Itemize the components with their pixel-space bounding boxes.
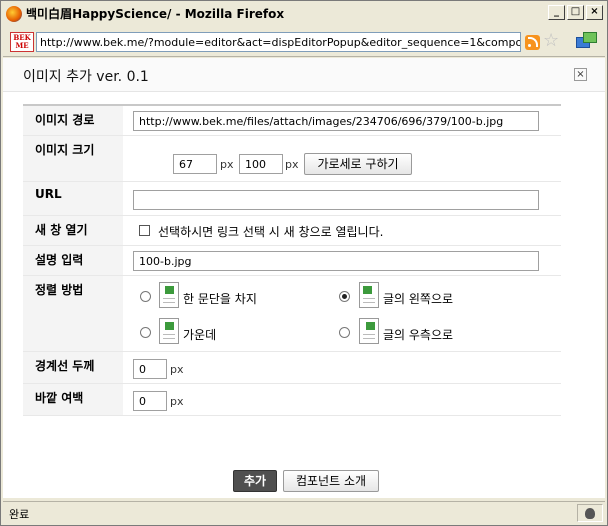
url-bar: BEK ME http://www.bek.me/?module=editor&… <box>3 27 605 57</box>
align-paragraph-icon <box>159 282 179 308</box>
new-window-checkbox[interactable] <box>139 225 150 236</box>
add-button[interactable]: 추가 <box>233 470 277 492</box>
border-label: 경계선 두께 <box>23 352 123 383</box>
row-margin: 바깥 여백 0 px <box>23 384 561 416</box>
popup-footer: 추가 컴포넌트 소개 <box>3 468 605 498</box>
status-text: 완료 <box>9 508 30 521</box>
align-right-icon <box>359 318 379 344</box>
align-paragraph-label: 한 문단을 차지 <box>183 292 257 306</box>
new-window-label: 새 창 열기 <box>23 216 123 245</box>
align-left-radio[interactable] <box>339 291 350 302</box>
margin-unit: px <box>170 395 184 408</box>
new-window-checkbox-label: 선택하시면 링크 선택 시 새 창으로 열립니다. <box>158 225 384 239</box>
url-input[interactable] <box>133 190 539 210</box>
site-favicon: BEK ME <box>10 32 34 52</box>
margin-input[interactable]: 0 <box>133 391 167 411</box>
window-title: 백미白眉HappyScience/ - Mozilla Firefox <box>26 7 285 21</box>
popup-header: 이미지 추가 ver. 0.1 × <box>3 58 605 92</box>
image-path-label: 이미지 경로 <box>23 106 123 135</box>
row-alignment: 정렬 방법 한 문단을 차지 글의 왼쪽으로 가운데 글의 우측으로 <box>23 276 561 352</box>
maximize-button[interactable]: □ <box>567 5 584 20</box>
row-image-size: 이미지 크기 67 px 100 px 가로세로 구하기 <box>23 136 561 182</box>
align-center-radio[interactable] <box>140 327 151 338</box>
component-info-button[interactable]: 컴포넌트 소개 <box>283 470 379 492</box>
close-popup-button[interactable]: × <box>574 68 587 81</box>
bug-icon[interactable] <box>585 508 595 519</box>
url-field[interactable]: http://www.bek.me/?module=editor&act=dis… <box>36 32 521 52</box>
align-left-icon <box>359 282 379 308</box>
border-unit: px <box>170 363 184 376</box>
row-border: 경계선 두께 0 px <box>23 352 561 384</box>
minimize-button[interactable]: _ <box>548 5 565 20</box>
url-label: URL <box>23 182 123 215</box>
height-input[interactable]: 100 <box>239 154 283 174</box>
star-icon[interactable]: ☆ <box>543 31 559 51</box>
browser-window: 백미白眉HappyScience/ - Mozilla Firefox _ □ … <box>0 0 608 526</box>
row-image-path: 이미지 경로 http://www.bek.me/files/attach/im… <box>23 106 561 136</box>
row-description: 설명 입력 100-b.jpg <box>23 246 561 276</box>
row-url: URL <box>23 182 561 216</box>
image-form: 이미지 경로 http://www.bek.me/files/attach/im… <box>23 104 561 416</box>
description-label: 설명 입력 <box>23 246 123 275</box>
row-new-window: 새 창 열기 선택하시면 링크 선택 시 새 창으로 열립니다. <box>23 216 561 246</box>
align-right-radio[interactable] <box>339 327 350 338</box>
margin-label: 바깥 여백 <box>23 384 123 415</box>
popup-title: 이미지 추가 ver. 0.1 <box>23 69 149 85</box>
title-bar: 백미白眉HappyScience/ - Mozilla Firefox _ □ … <box>3 3 605 24</box>
align-right-label: 글의 우측으로 <box>383 328 454 342</box>
status-bar: 완료 <box>3 501 605 523</box>
status-panel <box>577 504 603 522</box>
image-path-input[interactable]: http://www.bek.me/files/attach/images/23… <box>133 111 539 131</box>
align-center-icon <box>159 318 179 344</box>
alignment-label: 정렬 방법 <box>23 276 123 351</box>
align-center-label: 가운데 <box>183 328 217 342</box>
border-input[interactable]: 0 <box>133 359 167 379</box>
get-dimensions-button[interactable]: 가로세로 구하기 <box>304 153 412 175</box>
rss-icon[interactable] <box>525 35 540 50</box>
image-popup: 이미지 추가 ver. 0.1 × 이미지 경로 http://www.bek.… <box>3 58 605 498</box>
description-input[interactable]: 100-b.jpg <box>133 251 539 271</box>
width-input[interactable]: 67 <box>173 154 217 174</box>
screen-icon[interactable] <box>574 31 598 51</box>
align-left-label: 글의 왼쪽으로 <box>383 292 454 306</box>
firefox-icon <box>6 5 22 22</box>
width-unit: px <box>220 158 234 171</box>
height-unit: px <box>285 158 299 171</box>
align-paragraph-radio[interactable] <box>140 291 151 302</box>
close-window-button[interactable]: × <box>586 5 603 20</box>
image-size-label: 이미지 크기 <box>23 136 123 181</box>
